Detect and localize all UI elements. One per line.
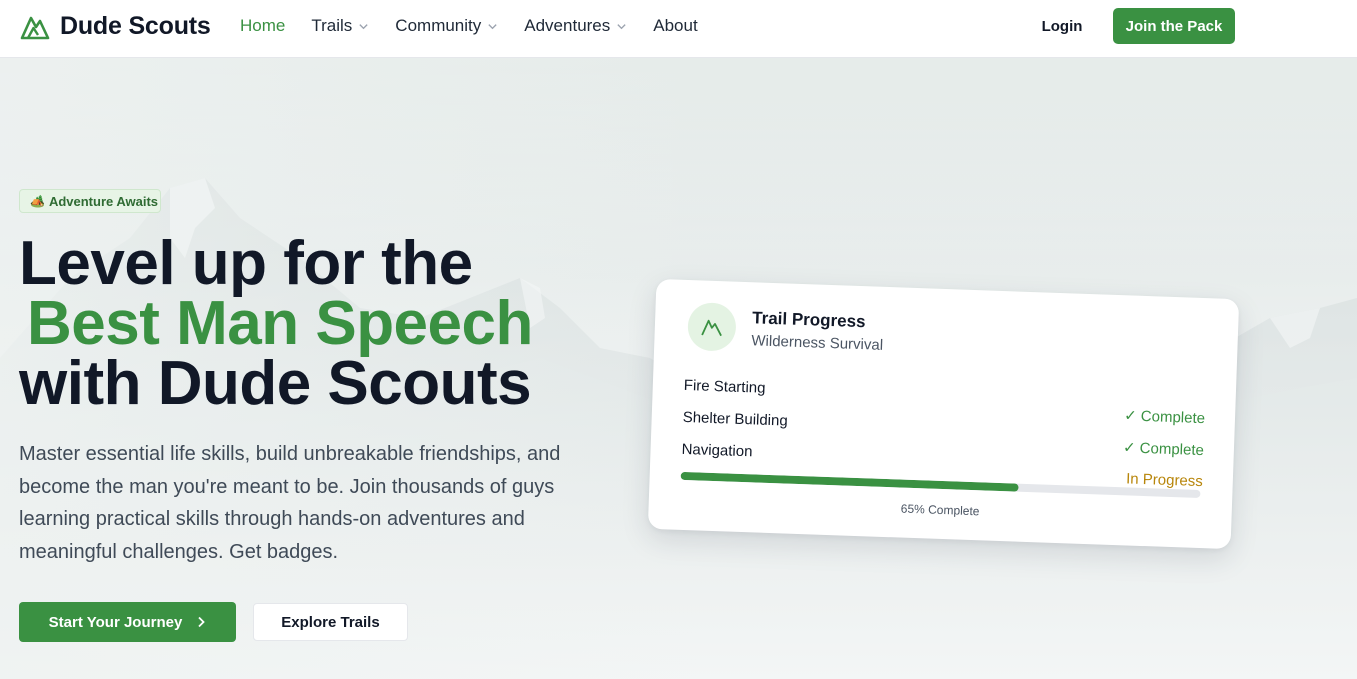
chevron-down-icon	[488, 23, 497, 29]
nav-home[interactable]: Home	[240, 16, 285, 36]
login-button[interactable]: Login	[1030, 10, 1094, 43]
hero-headline: Level up for the Best Man Speech with Du…	[19, 233, 639, 415]
trail-progress-card: Trail Progress Wilderness Survival Fire …	[647, 278, 1240, 550]
hero-description: Master essential life skills, build unbr…	[19, 443, 561, 563]
badge-label: Adventure Awaits	[48, 193, 159, 209]
start-your-journey-label: Start Your Journey	[48, 613, 183, 631]
skill-name: Navigation	[681, 440, 753, 461]
skill-name: Shelter Building	[682, 408, 789, 430]
card-subtitle: Wilderness Survival	[751, 332, 884, 354]
nav-adventures[interactable]: Adventures	[524, 16, 627, 36]
nav-community[interactable]: Community	[395, 16, 498, 36]
main-nav: Home Trails Community Adventures About	[240, 0, 698, 52]
progress-bar	[680, 471, 1201, 499]
progress-bar-fill	[680, 471, 1019, 492]
chevron-down-icon	[617, 23, 626, 29]
nav-home-label: Home	[240, 16, 286, 35]
headline-highlight: Best Man Speech	[27, 289, 533, 358]
adventure-badge: 🏕️ Adventure Awaits	[19, 189, 161, 213]
nav-about[interactable]: About	[653, 16, 697, 36]
brand-logo[interactable]: Dude Scouts	[20, 11, 211, 41]
nav-trails-label: Trails	[311, 16, 353, 35]
explore-trails-button[interactable]: Explore Trails	[253, 603, 408, 641]
nav-about-label: About	[653, 16, 698, 35]
headline-line-3: with Dude Scouts	[19, 349, 532, 418]
brand-name: Dude Scouts	[60, 11, 211, 40]
chevron-right-icon	[198, 616, 206, 628]
mountain-icon	[20, 16, 50, 40]
tent-icon: 🏕️	[30, 194, 45, 208]
skill-name: Fire Starting	[683, 376, 766, 397]
chevron-down-icon	[359, 23, 368, 29]
skill-row-fire-starting: Fire Starting ✓ Complete	[683, 376, 1206, 427]
card-icon-circle	[687, 302, 737, 352]
mountain-icon	[701, 319, 722, 337]
progress-label: 65% Complete	[900, 501, 980, 519]
hero-section: 🏕️ Adventure Awaits Level up for the Bes…	[0, 58, 1357, 679]
nav-adventures-label: Adventures	[524, 16, 611, 35]
site-header: Dude Scouts Home Trails Community Advent…	[0, 0, 1357, 58]
card-title: Trail Progress	[751, 308, 866, 332]
nav-trails[interactable]: Trails	[311, 16, 369, 36]
start-your-journey-button[interactable]: Start Your Journey	[19, 602, 236, 642]
headline-line-1: Level up for the	[19, 229, 473, 298]
nav-community-label: Community	[395, 16, 482, 35]
join-the-pack-button[interactable]: Join the Pack	[1113, 8, 1235, 44]
